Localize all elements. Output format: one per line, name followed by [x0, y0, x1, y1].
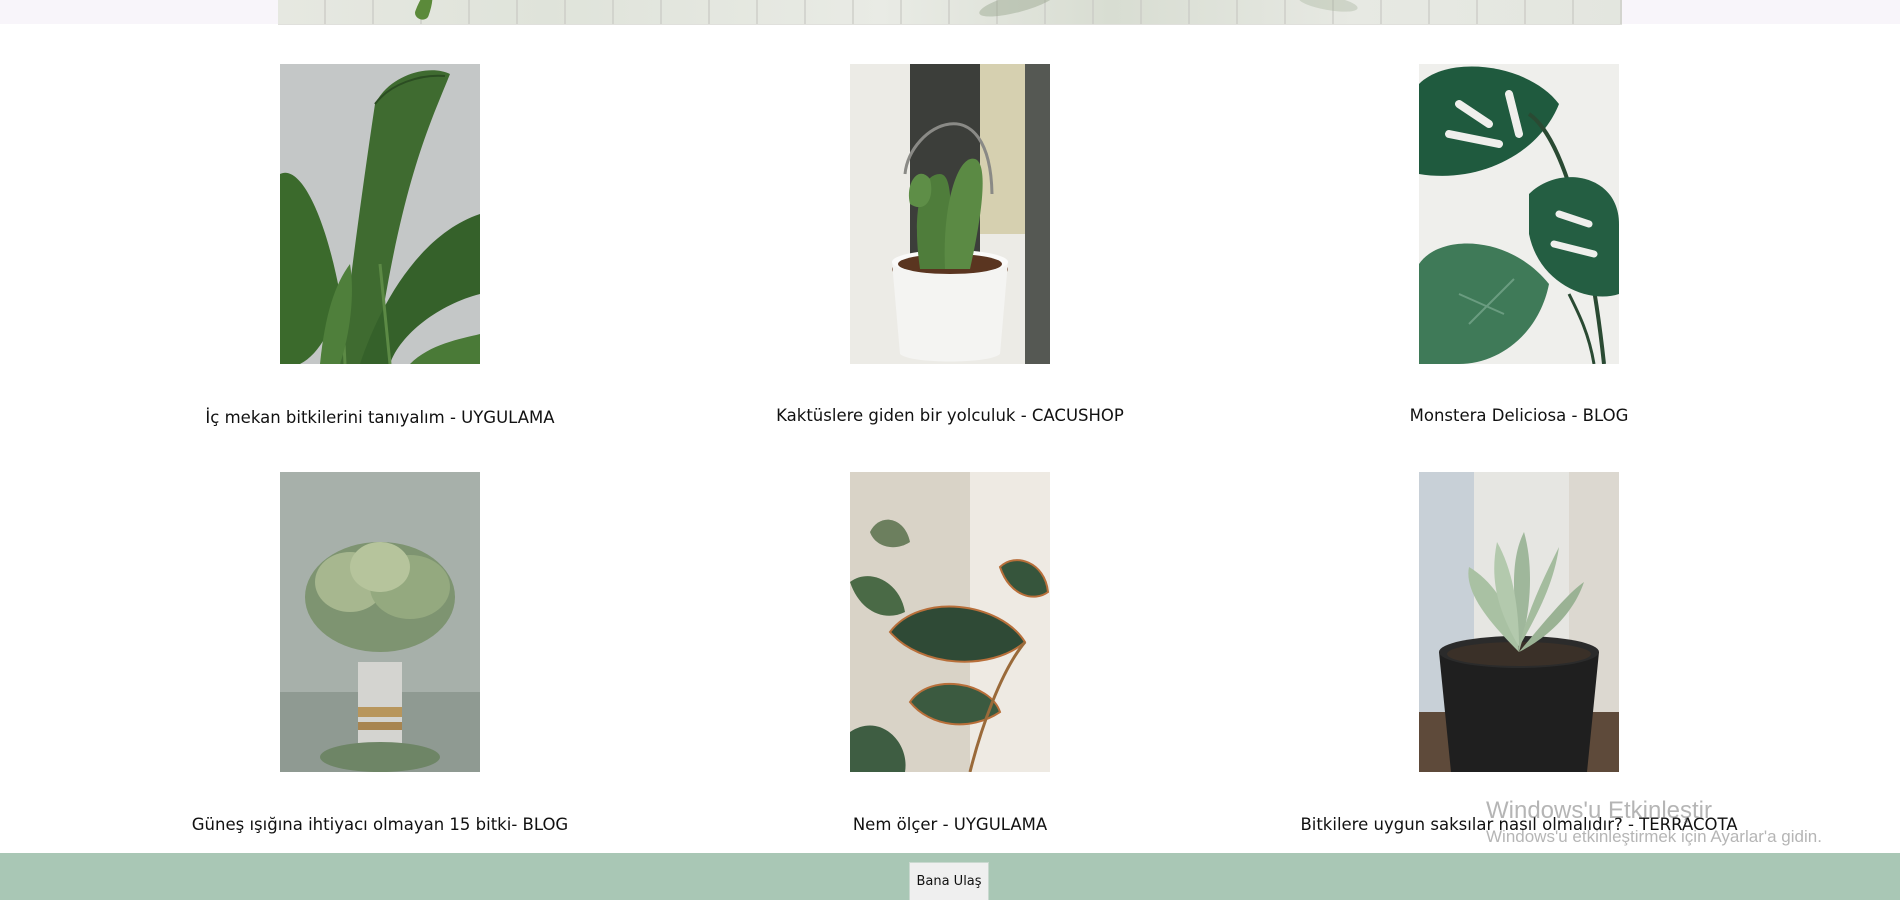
project-caption[interactable]: Monstera Deliciosa - BLOG — [1289, 406, 1749, 425]
watermark-title: Windows'u Etkinleştir — [1486, 797, 1712, 824]
banner-leaf-decoration — [977, 0, 1059, 23]
project-photo[interactable] — [1419, 472, 1619, 772]
plant-in-vase-illustration — [280, 472, 480, 772]
cactus-in-white-pot-illustration — [850, 64, 1050, 364]
leaves-closeup-illustration — [850, 472, 1050, 772]
windows-activation-watermark: Windows'u Etkinleştir Windows'u etkinleş… — [1486, 796, 1822, 848]
succulent-in-black-pot-illustration — [1419, 472, 1619, 772]
banana-plant-leaves-illustration — [280, 64, 480, 364]
hero-banner-image — [278, 0, 1622, 25]
project-caption[interactable]: Nem ölçer - UYGULAMA — [720, 815, 1180, 834]
banner-leaf-decoration — [1297, 0, 1359, 16]
contact-button[interactable]: Bana Ulaş — [909, 862, 989, 900]
watermark-subtitle: Windows'u etkinleştirmek için Ayarlar'a … — [1486, 827, 1822, 846]
project-photo[interactable] — [280, 64, 480, 364]
project-photo[interactable] — [1419, 64, 1619, 364]
project-caption[interactable]: Güneş ışığına ihtiyacı olmayan 15 bitki-… — [150, 815, 610, 834]
banner-leaf-decoration — [413, 0, 437, 22]
project-photo[interactable] — [850, 472, 1050, 772]
project-photo[interactable] — [850, 64, 1050, 364]
project-caption[interactable]: Kaktüslere giden bir yolculuk - CACUSHOP — [720, 406, 1180, 425]
monstera-leaves-illustration — [1419, 64, 1619, 364]
project-photo[interactable] — [280, 472, 480, 772]
project-caption[interactable]: İç mekan bitkilerini tanıyalım - UYGULAM… — [150, 408, 610, 427]
